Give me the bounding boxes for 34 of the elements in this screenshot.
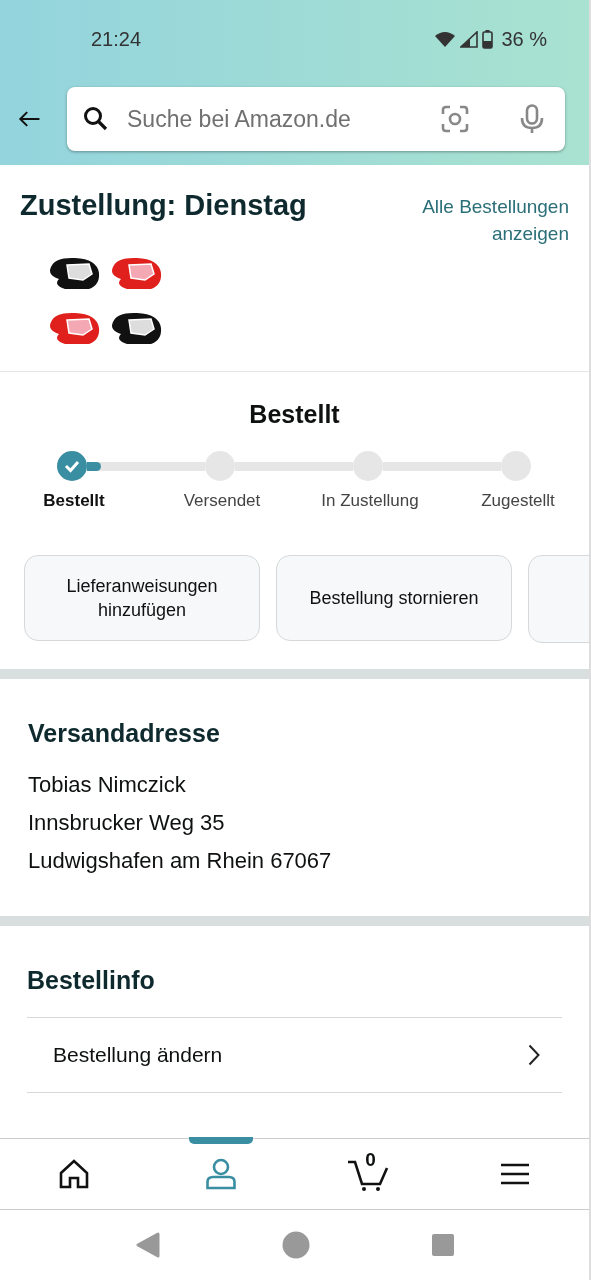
delivery-title: Zustellung: Dienstag — [20, 189, 307, 222]
action-button[interactable]: Lieferanweisungen hinzufügen — [24, 555, 260, 641]
system-recents-icon[interactable] — [431, 1234, 454, 1256]
menu-icon[interactable] — [500, 1162, 531, 1186]
system-home-icon[interactable] — [281, 1231, 310, 1259]
address-line: Ludwigshafen am Rhein 67067 — [28, 847, 333, 875]
camera-scan-icon[interactable] — [441, 105, 469, 133]
home-icon[interactable] — [57, 1159, 90, 1189]
microphone-icon[interactable] — [519, 104, 545, 134]
step-label: Versendet — [183, 491, 261, 511]
chevron-right-icon — [528, 1044, 540, 1066]
status-time: 21:24 — [91, 27, 142, 51]
step-label: Zugestellt — [481, 491, 555, 511]
system-back-icon[interactable] — [135, 1232, 160, 1258]
search-icon — [83, 106, 109, 132]
search-field[interactable]: Suche bei Amazon.de — [125, 104, 425, 134]
address-line: Tobias Nimczick — [28, 771, 187, 799]
search-bar[interactable]: Suche bei Amazon.de — [67, 87, 565, 151]
all-orders-link[interactable]: Alle Bestellungen anzeigen — [399, 193, 569, 247]
wifi-icon — [434, 31, 457, 47]
battery-icon — [482, 29, 494, 49]
battery-level: 36 % — [501, 27, 547, 51]
person-icon[interactable] — [204, 1158, 237, 1190]
step-label: Bestellt — [43, 491, 105, 511]
order-info-row[interactable]: Bestellung ändern — [27, 1017, 562, 1092]
signal-icon — [460, 30, 479, 48]
row-label: Bestellung ändern — [53, 1043, 223, 1067]
action-button[interactable]: Bestellung stornieren — [276, 555, 512, 641]
address-line: Innsbrucker Weg 35 — [28, 809, 226, 837]
order-info-title: Bestellinfo — [27, 966, 156, 995]
back-arrow-icon[interactable] — [18, 108, 41, 130]
order-status-title: Bestellt — [248, 400, 341, 429]
step-label: In Zustellung — [321, 491, 419, 511]
address-title: Versandadresse — [28, 719, 221, 748]
